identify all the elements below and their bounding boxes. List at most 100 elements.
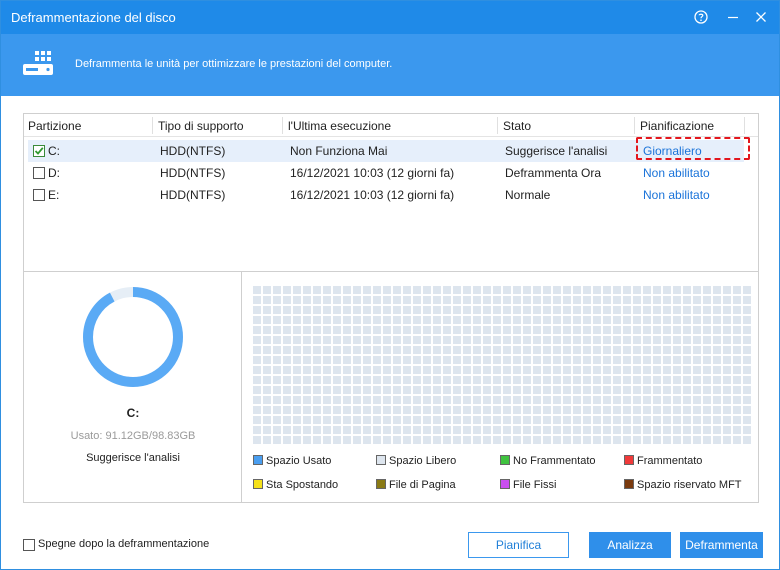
cluster-block: [533, 416, 541, 424]
cluster-block: [403, 376, 411, 384]
cluster-block: [653, 356, 661, 364]
cluster-block: [463, 286, 471, 294]
cluster-block: [733, 286, 741, 294]
cluster-block: [643, 436, 651, 444]
cluster-block: [283, 286, 291, 294]
column-separator[interactable]: [497, 117, 498, 134]
cluster-block: [503, 376, 511, 384]
cluster-block: [393, 406, 401, 414]
cluster-block: [323, 436, 331, 444]
shutdown-checkbox[interactable]: [23, 539, 35, 551]
legend-item: No Frammentato: [500, 455, 596, 467]
cluster-block: [733, 406, 741, 414]
cluster-block: [423, 296, 431, 304]
cluster-block: [733, 336, 741, 344]
cluster-block: [593, 336, 601, 344]
cluster-block: [563, 366, 571, 374]
partition-checkbox[interactable]: [33, 189, 45, 201]
cluster-block: [333, 366, 341, 374]
column-separator[interactable]: [744, 117, 745, 134]
cluster-block: [663, 386, 671, 394]
cluster-block: [693, 386, 701, 394]
cluster-block: [603, 306, 611, 314]
cluster-block: [333, 406, 341, 414]
cluster-block: [713, 436, 721, 444]
cluster-block: [273, 436, 281, 444]
cluster-block: [683, 366, 691, 374]
cluster-block: [673, 296, 681, 304]
help-button[interactable]: [689, 6, 713, 28]
cluster-block: [693, 426, 701, 434]
table-row[interactable]: E: HDD(NTFS) 16/12/2021 10:03 (12 giorni…: [28, 184, 744, 206]
schedule-link[interactable]: Non abilitato: [643, 166, 710, 180]
cluster-block: [613, 286, 621, 294]
column-separator[interactable]: [282, 117, 283, 134]
shutdown-label[interactable]: Spegne dopo la deframmentazione: [38, 538, 209, 550]
close-button[interactable]: [749, 6, 773, 28]
column-separator[interactable]: [152, 117, 153, 134]
cluster-block: [323, 326, 331, 334]
cluster-block: [263, 426, 271, 434]
cluster-block: [343, 376, 351, 384]
column-separator[interactable]: [634, 117, 635, 134]
cluster-block: [453, 436, 461, 444]
cluster-block: [563, 406, 571, 414]
last-run: Non Funziona Mai: [290, 144, 388, 158]
cluster-block: [593, 386, 601, 394]
cluster-block: [483, 326, 491, 334]
cluster-block: [473, 336, 481, 344]
cluster-block: [443, 386, 451, 394]
cluster-block: [553, 346, 561, 354]
cluster-block: [433, 406, 441, 414]
cluster-block: [533, 376, 541, 384]
cluster-block: [513, 436, 521, 444]
table-row[interactable]: C: HDD(NTFS) Non Funziona Mai Suggerisce…: [28, 137, 750, 162]
cluster-block: [333, 326, 341, 334]
cluster-block: [343, 366, 351, 374]
analyze-button[interactable]: Analizza: [589, 532, 671, 558]
schedule-button[interactable]: Pianifica: [468, 532, 569, 558]
cluster-block: [723, 296, 731, 304]
status-text: Suggerisce l'analisi: [505, 144, 608, 158]
cluster-block: [463, 436, 471, 444]
cluster-block: [593, 436, 601, 444]
cluster-block: [493, 286, 501, 294]
defragment-button[interactable]: Deframmenta: [680, 532, 763, 558]
cluster-block: [413, 386, 421, 394]
cluster-block: [583, 376, 591, 384]
table-row[interactable]: D: HDD(NTFS) 16/12/2021 10:03 (12 giorni…: [28, 162, 744, 184]
column-header-status[interactable]: Stato: [503, 119, 531, 133]
schedule-link[interactable]: Non abilitato: [643, 188, 710, 202]
column-header-media[interactable]: Tipo di supporto: [158, 119, 244, 133]
cluster-block: [583, 416, 591, 424]
cluster-block: [573, 336, 581, 344]
column-header-partition[interactable]: Partizione: [28, 119, 81, 133]
cluster-block: [543, 396, 551, 404]
cluster-block: [373, 436, 381, 444]
partition-checkbox[interactable]: [33, 167, 45, 179]
cluster-block: [653, 396, 661, 404]
cluster-block: [523, 326, 531, 334]
cluster-block: [383, 396, 391, 404]
cluster-block: [733, 366, 741, 374]
cluster-block: [413, 356, 421, 364]
cluster-block: [533, 396, 541, 404]
cluster-block: [283, 366, 291, 374]
cluster-block: [653, 286, 661, 294]
cluster-block: [663, 286, 671, 294]
column-header-schedule[interactable]: Pianificazione: [640, 119, 714, 133]
cluster-block: [433, 346, 441, 354]
cluster-block: [623, 326, 631, 334]
cluster-block: [693, 396, 701, 404]
cluster-block: [403, 426, 411, 434]
column-header-last-run[interactable]: l'Ultima esecuzione: [288, 119, 391, 133]
cluster-block: [593, 406, 601, 414]
partition-checkbox[interactable]: [33, 145, 45, 157]
cluster-block: [413, 406, 421, 414]
cluster-block: [393, 356, 401, 364]
cluster-block: [563, 326, 571, 334]
minimize-button[interactable]: [721, 6, 745, 28]
cluster-block: [593, 426, 601, 434]
cluster-block: [343, 316, 351, 324]
cluster-block: [563, 416, 571, 424]
